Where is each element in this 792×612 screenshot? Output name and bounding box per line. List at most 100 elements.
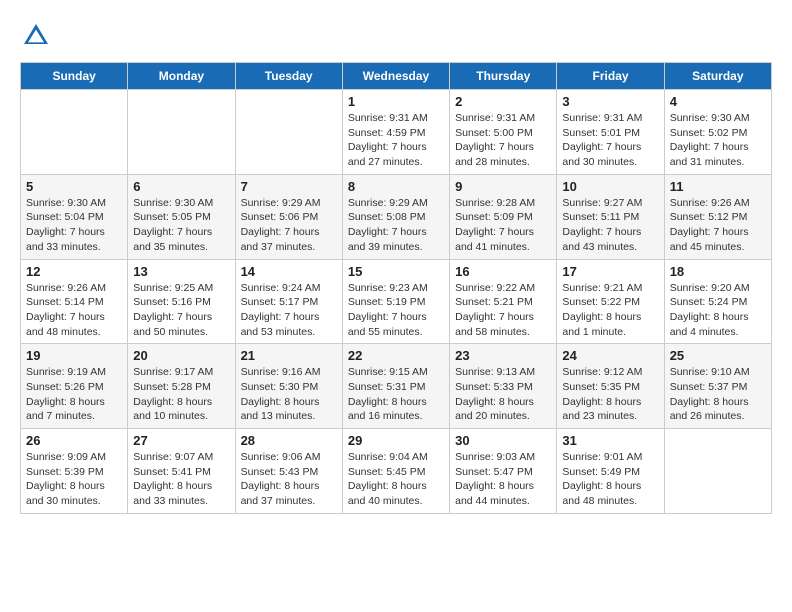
calendar-week-row: 12 Sunrise: 9:26 AM Sunset: 5:14 PM Dayli… — [21, 259, 772, 344]
day-info: Sunrise: 9:30 AM Sunset: 5:02 PM Dayligh… — [670, 111, 766, 170]
calendar-cell — [664, 429, 771, 514]
day-info: Sunrise: 9:31 AM Sunset: 5:01 PM Dayligh… — [562, 111, 658, 170]
day-info: Sunrise: 9:13 AM Sunset: 5:33 PM Dayligh… — [455, 365, 551, 424]
calendar-cell: 9Sunrise: 9:28 AM Sunset: 5:09 PM Daylig… — [450, 174, 557, 259]
day-info: Sunrise: 9:15 AM Sunset: 5:31 PM Dayligh… — [348, 365, 444, 424]
calendar-cell: 19 Sunrise: 9:19 AM Sunset: 5:26 PM Dayli… — [21, 344, 128, 429]
day-info: Sunrise: 9:06 AM Sunset: 5:43 PM Dayligh… — [241, 450, 337, 509]
calendar-cell — [235, 90, 342, 175]
day-number: 5 — [26, 179, 122, 194]
calendar-week-row: 5 Sunrise: 9:30 AM Sunset: 5:04 PM Daylig… — [21, 174, 772, 259]
day-number: 23 — [455, 348, 551, 363]
day-number: 13 — [133, 264, 229, 279]
calendar-cell: 14 Sunrise: 9:24 AM Sunset: 5:17 PM Dayli… — [235, 259, 342, 344]
day-info: Sunrise: 9:24 AM Sunset: 5:17 PM Dayligh… — [241, 281, 337, 340]
day-info: Sunrise: 9:09 AM Sunset: 5:39 PM Dayligh… — [26, 450, 122, 509]
logo — [20, 20, 56, 52]
day-number: 31 — [562, 433, 658, 448]
day-number: 1 — [348, 94, 444, 109]
calendar-cell: 21 Sunrise: 9:16 AM Sunset: 5:30 PM Dayli… — [235, 344, 342, 429]
day-info: Sunrise: 9:19 AM Sunset: 5:26 PM Dayligh… — [26, 365, 122, 424]
calendar-cell: 20 Sunrise: 9:17 AM Sunset: 5:28 PM Dayli… — [128, 344, 235, 429]
calendar-cell: 13 Sunrise: 9:25 AM Sunset: 5:16 PM Dayli… — [128, 259, 235, 344]
day-number: 18 — [670, 264, 766, 279]
day-number: 14 — [241, 264, 337, 279]
day-number: 17 — [562, 264, 658, 279]
calendar-cell: 8 Sunrise: 9:29 AM Sunset: 5:08 PM Daylig… — [342, 174, 449, 259]
calendar-cell: 22Sunrise: 9:15 AM Sunset: 5:31 PM Dayli… — [342, 344, 449, 429]
calendar-cell: 23 Sunrise: 9:13 AM Sunset: 5:33 PM Dayli… — [450, 344, 557, 429]
day-number: 2 — [455, 94, 551, 109]
calendar-week-row: 19 Sunrise: 9:19 AM Sunset: 5:26 PM Dayli… — [21, 344, 772, 429]
calendar-cell: 7Sunrise: 9:29 AM Sunset: 5:06 PM Daylig… — [235, 174, 342, 259]
calendar-cell: 15 Sunrise: 9:23 AM Sunset: 5:19 PM Dayli… — [342, 259, 449, 344]
day-number: 16 — [455, 264, 551, 279]
day-info: Sunrise: 9:12 AM Sunset: 5:35 PM Dayligh… — [562, 365, 658, 424]
page-header — [20, 20, 772, 52]
day-number: 21 — [241, 348, 337, 363]
day-of-week-header: Friday — [557, 63, 664, 90]
day-info: Sunrise: 9:10 AM Sunset: 5:37 PM Dayligh… — [670, 365, 766, 424]
day-info: Sunrise: 9:29 AM Sunset: 5:08 PM Dayligh… — [348, 196, 444, 255]
day-number: 25 — [670, 348, 766, 363]
day-number: 4 — [670, 94, 766, 109]
day-number: 12 — [26, 264, 122, 279]
calendar-cell: 18 Sunrise: 9:20 AM Sunset: 5:24 PM Dayli… — [664, 259, 771, 344]
calendar-cell: 24 Sunrise: 9:12 AM Sunset: 5:35 PM Dayli… — [557, 344, 664, 429]
day-info: Sunrise: 9:26 AM Sunset: 5:12 PM Dayligh… — [670, 196, 766, 255]
day-number: 28 — [241, 433, 337, 448]
calendar-cell: 29Sunrise: 9:04 AM Sunset: 5:45 PM Dayli… — [342, 429, 449, 514]
calendar-cell: 6 Sunrise: 9:30 AM Sunset: 5:05 PM Daylig… — [128, 174, 235, 259]
day-of-week-header: Monday — [128, 63, 235, 90]
day-of-week-header: Wednesday — [342, 63, 449, 90]
day-of-week-header: Saturday — [664, 63, 771, 90]
day-info: Sunrise: 9:22 AM Sunset: 5:21 PM Dayligh… — [455, 281, 551, 340]
day-info: Sunrise: 9:03 AM Sunset: 5:47 PM Dayligh… — [455, 450, 551, 509]
day-number: 19 — [26, 348, 122, 363]
day-info: Sunrise: 9:20 AM Sunset: 5:24 PM Dayligh… — [670, 281, 766, 340]
day-number: 30 — [455, 433, 551, 448]
day-number: 15 — [348, 264, 444, 279]
day-info: Sunrise: 9:07 AM Sunset: 5:41 PM Dayligh… — [133, 450, 229, 509]
day-info: Sunrise: 9:16 AM Sunset: 5:30 PM Dayligh… — [241, 365, 337, 424]
day-number: 26 — [26, 433, 122, 448]
day-info: Sunrise: 9:27 AM Sunset: 5:11 PM Dayligh… — [562, 196, 658, 255]
calendar-cell: 4 Sunrise: 9:30 AM Sunset: 5:02 PM Daylig… — [664, 90, 771, 175]
calendar-cell: 26 Sunrise: 9:09 AM Sunset: 5:39 PM Dayli… — [21, 429, 128, 514]
day-number: 8 — [348, 179, 444, 194]
calendar-cell: 16 Sunrise: 9:22 AM Sunset: 5:21 PM Dayli… — [450, 259, 557, 344]
calendar-cell: 28 Sunrise: 9:06 AM Sunset: 5:43 PM Dayli… — [235, 429, 342, 514]
day-of-week-header: Thursday — [450, 63, 557, 90]
day-number: 11 — [670, 179, 766, 194]
calendar-cell: 12 Sunrise: 9:26 AM Sunset: 5:14 PM Dayli… — [21, 259, 128, 344]
calendar-cell: 3 Sunrise: 9:31 AM Sunset: 5:01 PM Daylig… — [557, 90, 664, 175]
day-number: 7 — [241, 179, 337, 194]
calendar-week-row: 1 Sunrise: 9:31 AM Sunset: 4:59 PM Daylig… — [21, 90, 772, 175]
day-info: Sunrise: 9:17 AM Sunset: 5:28 PM Dayligh… — [133, 365, 229, 424]
logo-icon — [20, 20, 52, 52]
day-info: Sunrise: 9:30 AM Sunset: 5:04 PM Dayligh… — [26, 196, 122, 255]
calendar-table: SundayMondayTuesdayWednesdayThursdayFrid… — [20, 62, 772, 514]
day-number: 10 — [562, 179, 658, 194]
day-number: 29 — [348, 433, 444, 448]
day-number: 24 — [562, 348, 658, 363]
calendar-cell: 25 Sunrise: 9:10 AM Sunset: 5:37 PM Dayli… — [664, 344, 771, 429]
day-info: Sunrise: 9:26 AM Sunset: 5:14 PM Dayligh… — [26, 281, 122, 340]
day-info: Sunrise: 9:31 AM Sunset: 4:59 PM Dayligh… — [348, 111, 444, 170]
calendar-cell: 30 Sunrise: 9:03 AM Sunset: 5:47 PM Dayli… — [450, 429, 557, 514]
day-number: 6 — [133, 179, 229, 194]
day-info: Sunrise: 9:23 AM Sunset: 5:19 PM Dayligh… — [348, 281, 444, 340]
calendar-cell: 27 Sunrise: 9:07 AM Sunset: 5:41 PM Dayli… — [128, 429, 235, 514]
calendar-cell — [21, 90, 128, 175]
day-number: 20 — [133, 348, 229, 363]
day-info: Sunrise: 9:25 AM Sunset: 5:16 PM Dayligh… — [133, 281, 229, 340]
day-number: 27 — [133, 433, 229, 448]
day-info: Sunrise: 9:30 AM Sunset: 5:05 PM Dayligh… — [133, 196, 229, 255]
day-info: Sunrise: 9:21 AM Sunset: 5:22 PM Dayligh… — [562, 281, 658, 340]
day-number: 3 — [562, 94, 658, 109]
day-info: Sunrise: 9:01 AM Sunset: 5:49 PM Dayligh… — [562, 450, 658, 509]
calendar-cell: 11 Sunrise: 9:26 AM Sunset: 5:12 PM Dayli… — [664, 174, 771, 259]
calendar-cell: 10 Sunrise: 9:27 AM Sunset: 5:11 PM Dayli… — [557, 174, 664, 259]
day-of-week-header: Tuesday — [235, 63, 342, 90]
day-info: Sunrise: 9:31 AM Sunset: 5:00 PM Dayligh… — [455, 111, 551, 170]
